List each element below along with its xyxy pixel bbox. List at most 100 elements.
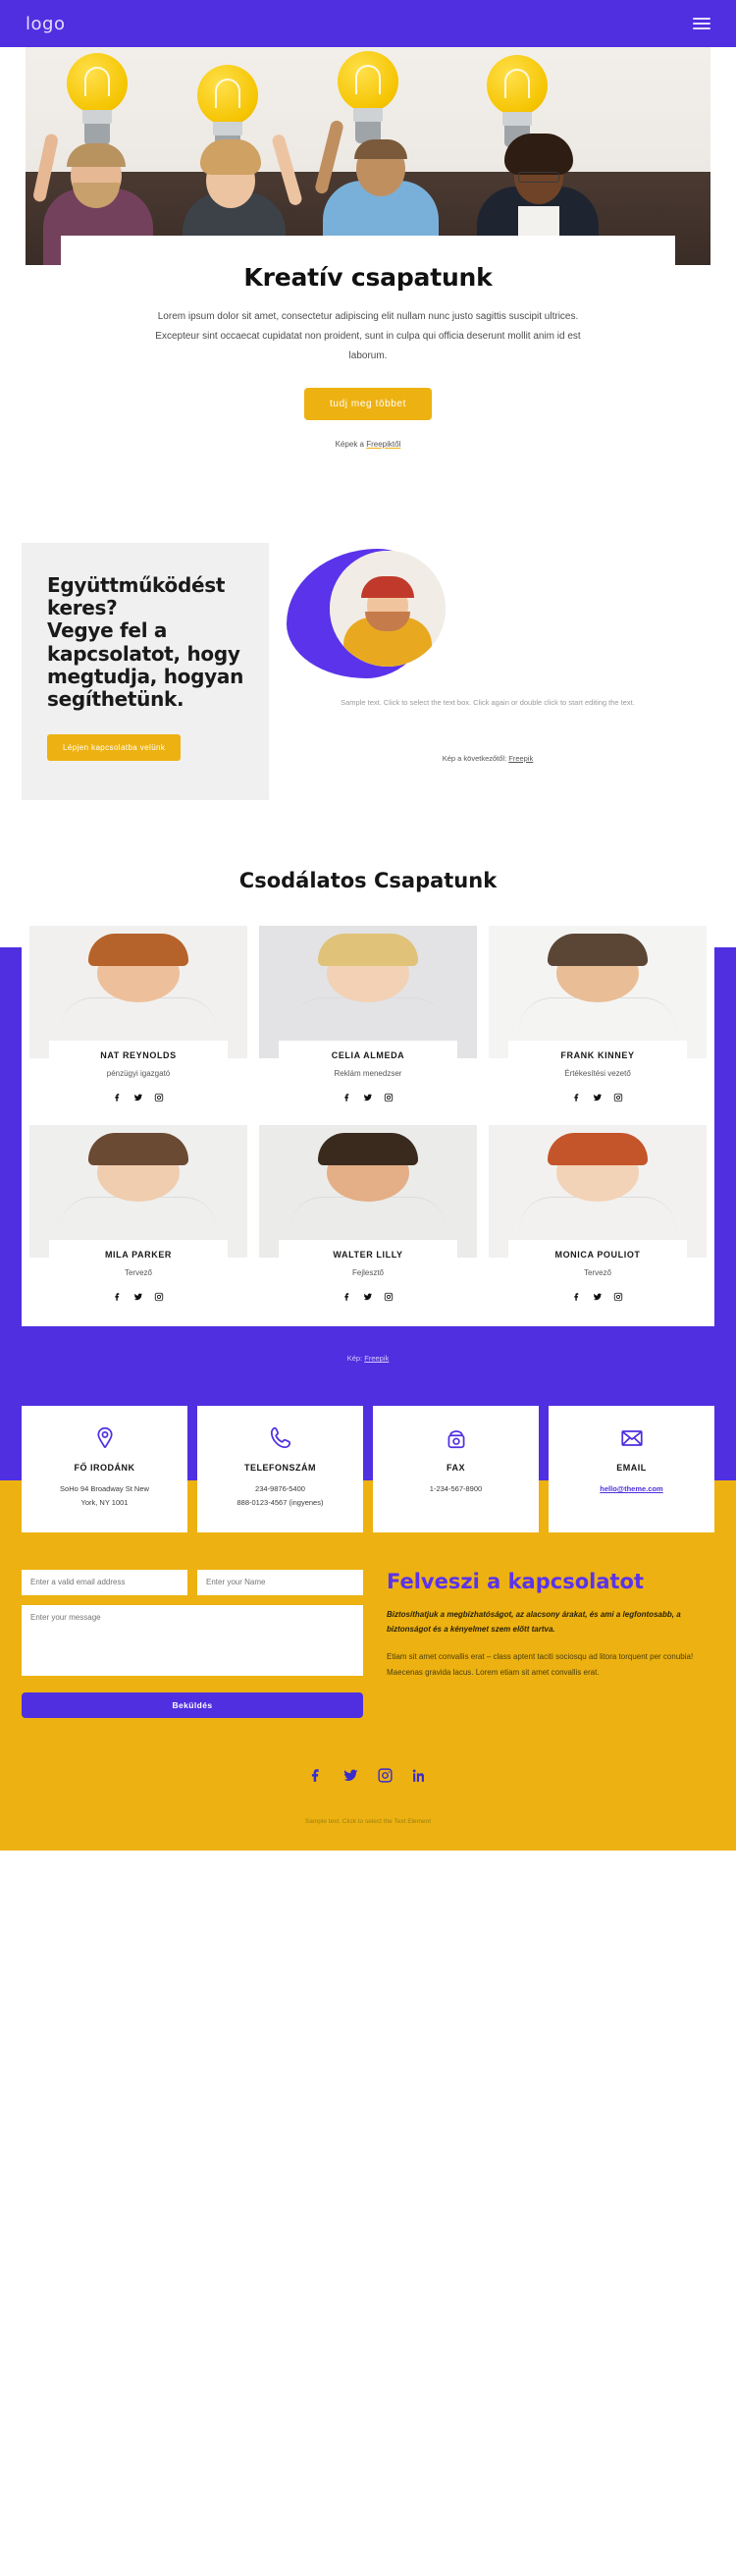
twitter-icon[interactable]: [133, 1090, 143, 1107]
twitter-icon[interactable]: [363, 1289, 373, 1307]
team-grid: NAT REYNOLDS pénzügyi igazgató CELIA ALM…: [29, 926, 707, 1314]
team-member-name: CELIA ALMEDA: [331, 1050, 405, 1061]
footer-note: Sample text. Click to select the Text El…: [304, 1817, 432, 1825]
team-member-socials: [489, 1289, 707, 1313]
team-member-card: CELIA ALMEDA Reklám menedzser: [259, 926, 477, 1114]
team-member-card: WALTER LILLY Fejlesztő: [259, 1125, 477, 1314]
linkedin-icon[interactable]: [411, 1767, 428, 1789]
instagram-icon[interactable]: [384, 1289, 394, 1307]
team-member-card: MILA PARKER Tervező: [29, 1125, 247, 1314]
team-member-card: FRANK KINNEY Értékesítési vezető: [489, 926, 707, 1114]
collaboration-cta-button[interactable]: Lépjen kapcsolatba velünk: [47, 734, 182, 762]
collab-credit-link[interactable]: Freepik: [508, 754, 533, 763]
team-member-photo: [489, 1125, 707, 1259]
instagram-icon[interactable]: [384, 1090, 394, 1107]
twitter-icon[interactable]: [363, 1090, 373, 1107]
contact-cards-section: FŐ IRODÁNK SoHo 94 Broadway St New York, …: [0, 1363, 736, 1560]
instagram-icon[interactable]: [613, 1090, 623, 1107]
team-member-socials: [259, 1289, 477, 1313]
instagram-icon[interactable]: [613, 1289, 623, 1307]
hero-cta-button[interactable]: tudj meg többet: [304, 388, 432, 420]
contact-email-link[interactable]: hello@theme.com: [600, 1484, 662, 1493]
contact-card-detail: 1-234-567-8900: [429, 1484, 483, 1494]
contact-card: TELEFONSZÁM 234-9876-5400 888-0123-4567 (…: [197, 1406, 363, 1532]
facebook-icon[interactable]: [342, 1090, 352, 1107]
contact-card: FAX 1-234-567-8900: [373, 1406, 539, 1532]
hero-credit-link[interactable]: Freepiktől: [366, 440, 400, 449]
hero-title: Kreatív csapatunk: [243, 263, 493, 292]
collaboration-text-panel: Együttműködést keres? Vegye fel a kapcso…: [22, 543, 269, 801]
team-member-name: MILA PARKER: [104, 1250, 173, 1261]
submit-button[interactable]: Beküldés: [22, 1691, 363, 1718]
hero-description: Lorem ipsum dolor sit amet, consectetur …: [155, 311, 581, 361]
team-member-role: Értékesítési vezető: [564, 1069, 631, 1079]
team-member-card: NAT REYNOLDS pénzügyi igazgató: [29, 926, 247, 1114]
name-field[interactable]: [197, 1569, 363, 1595]
team-member-photo: [29, 1125, 247, 1259]
team-member-name-box: NAT REYNOLDS: [48, 1041, 229, 1061]
phone-icon: [205, 1422, 355, 1455]
team-image-credit: Kép: Freepik: [0, 1354, 736, 1363]
team-credit-link[interactable]: Freepik: [364, 1354, 389, 1363]
team-member-role: Reklám menedzser: [334, 1069, 402, 1079]
facebook-icon[interactable]: [342, 1289, 352, 1307]
team-member-socials: [259, 1090, 477, 1113]
contact-card-detail: 234-9876-5400 888-0123-4567 (ingyenes): [237, 1484, 324, 1508]
team-member-name-box: MILA PARKER: [48, 1240, 229, 1261]
facebook-icon[interactable]: [113, 1289, 123, 1307]
instagram-icon[interactable]: [377, 1767, 394, 1789]
hamburger-icon[interactable]: [693, 18, 710, 29]
team-section: Csodálatos Csapatunk NAT REYNOLDS pénzüg…: [0, 869, 736, 1537]
site-footer: Sample text. Click to select the Text El…: [0, 1746, 736, 1851]
hero-credit-prefix: Képek a: [335, 440, 367, 449]
instagram-icon[interactable]: [154, 1090, 164, 1107]
email-field[interactable]: [22, 1569, 187, 1595]
twitter-icon[interactable]: [133, 1289, 143, 1307]
site-logo[interactable]: logo: [26, 14, 65, 34]
team-member-role: pénzügyi igazgató: [106, 1069, 171, 1079]
team-member-role: Fejlesztő: [351, 1268, 384, 1278]
cta-body-text: Etiam sit amet convallis erat – class ap…: [387, 1651, 694, 1677]
contact-form: Beküldés: [22, 1569, 363, 1718]
twitter-icon[interactable]: [593, 1090, 603, 1107]
cta-bold-text: Biztosíthatjuk a megbízhatóságot, az ala…: [387, 1609, 681, 1635]
footer-social-links: [0, 1767, 736, 1789]
collaboration-image-credit: Kép a következőtől: Freepik: [269, 754, 707, 763]
contact-card-title: FŐ IRODÁNK: [74, 1463, 135, 1474]
team-member-photo: [489, 926, 707, 1059]
hero-section: Kreatív csapatunk Lorem ipsum dolor sit …: [0, 47, 736, 484]
team-member-name: MONICA POULIOT: [554, 1250, 641, 1261]
team-member-name: NAT REYNOLDS: [100, 1050, 177, 1061]
form-row-top: [22, 1569, 363, 1595]
facebook-icon[interactable]: [572, 1289, 582, 1307]
team-member-socials: [489, 1090, 707, 1113]
fax-icon: [381, 1422, 531, 1455]
team-member-name-box: WALTER LILLY: [278, 1240, 458, 1261]
team-member-socials: [29, 1289, 247, 1313]
team-member-name-box: MONICA POULIOT: [507, 1240, 688, 1261]
collab-credit-prefix: Kép a következőtől:: [442, 754, 509, 763]
team-member-name: FRANK KINNEY: [560, 1050, 635, 1061]
team-member-photo: [259, 1125, 477, 1259]
facebook-icon[interactable]: [308, 1767, 325, 1789]
cta-title: Felveszi a kapcsolatot: [387, 1569, 644, 1593]
facebook-icon[interactable]: [113, 1090, 123, 1107]
contact-card: FŐ IRODÁNK SoHo 94 Broadway St New York, …: [22, 1406, 187, 1532]
team-member-card: MONICA POULIOT Tervező: [489, 1125, 707, 1314]
contact-form-section: Beküldés Felveszi a kapcsolatot Biztosít…: [0, 1559, 736, 1747]
collaboration-sample-text: Sample text. Click to select the text bo…: [341, 698, 635, 707]
twitter-icon[interactable]: [342, 1767, 359, 1789]
team-member-name-box: CELIA ALMEDA: [278, 1041, 458, 1061]
contact-card: EMAIL hello@theme.com: [549, 1406, 714, 1532]
collaboration-title: Együttműködést keres? Vegye fel a kapcso…: [47, 573, 244, 711]
hero-card: Kreatív csapatunk Lorem ipsum dolor sit …: [61, 236, 675, 474]
instagram-icon[interactable]: [154, 1289, 164, 1307]
facebook-icon[interactable]: [572, 1090, 582, 1107]
team-member-socials: [29, 1090, 247, 1113]
location-pin-icon: [29, 1422, 180, 1455]
twitter-icon[interactable]: [593, 1289, 603, 1307]
message-field[interactable]: [22, 1604, 363, 1676]
cta-text-panel: Felveszi a kapcsolatot Biztosíthatjuk a …: [387, 1570, 714, 1718]
team-member-role: Tervező: [124, 1268, 152, 1278]
contact-card-title: TELEFONSZÁM: [244, 1463, 316, 1474]
